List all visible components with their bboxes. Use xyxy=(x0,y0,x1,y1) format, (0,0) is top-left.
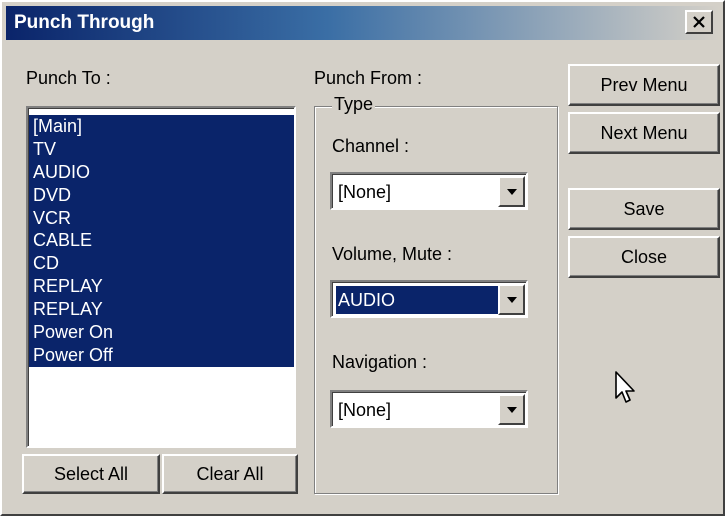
volume-mute-dropdown-button[interactable] xyxy=(498,284,525,315)
window-title: Punch Through xyxy=(14,12,155,33)
list-item[interactable]: [Main] xyxy=(29,115,294,138)
list-item[interactable]: DVD xyxy=(29,183,294,207)
save-button[interactable]: Save xyxy=(568,188,720,230)
mouse-pointer-icon xyxy=(615,371,635,403)
list-item[interactable]: REPLAY xyxy=(29,298,294,322)
volume-mute-combobox-frame: AUDIO xyxy=(332,282,526,316)
prev-menu-button[interactable]: Prev Menu xyxy=(568,64,720,106)
dropdown-arrow-icon xyxy=(506,296,517,303)
punch-from-label: Punch From : xyxy=(314,68,423,88)
navigation-value: [None] xyxy=(338,400,392,420)
punch-through-dialog: Punch Through Punch To : [Main] TV AUDIO DV… xyxy=(0,0,725,516)
navigation-combobox[interactable]: [None] xyxy=(330,390,528,428)
list-item[interactable]: REPLAY xyxy=(29,275,294,299)
navigation-dropdown-button[interactable] xyxy=(498,394,525,425)
close-window-button[interactable] xyxy=(685,10,713,34)
channel-combobox[interactable]: [None] xyxy=(330,172,528,210)
punch-to-label: Punch To : xyxy=(26,68,111,88)
title-bar[interactable]: Punch Through xyxy=(6,6,719,40)
select-all-button[interactable]: Select All xyxy=(22,454,160,494)
channel-value: [None] xyxy=(338,182,392,202)
navigation-label: Navigation : xyxy=(332,352,428,372)
list-item[interactable]: CD xyxy=(29,252,294,276)
list-item[interactable]: Power Off xyxy=(29,343,294,367)
volume-mute-combobox[interactable]: AUDIO xyxy=(330,280,528,318)
list-item[interactable]: TV xyxy=(29,137,294,161)
volume-mute-label: Volume, Mute : xyxy=(332,244,453,264)
clear-all-button[interactable]: Clear All xyxy=(162,454,298,494)
close-button[interactable]: Close xyxy=(568,236,720,278)
next-menu-button[interactable]: Next Menu xyxy=(568,112,720,154)
volume-mute-value: AUDIO xyxy=(336,286,502,314)
close-icon xyxy=(693,16,705,28)
list-item[interactable]: VCR xyxy=(29,206,294,230)
dropdown-arrow-icon xyxy=(506,406,517,413)
channel-combobox-frame: [None] xyxy=(332,174,526,208)
type-group-label: Type xyxy=(332,94,376,115)
punch-to-listbox[interactable]: [Main] TV AUDIO DVD VCR CABLE CD REPLAY REPLAY Po… xyxy=(26,106,296,448)
punch-to-list: [Main] TV AUDIO DVD VCR CABLE CD REPLAY REPLAY Po… xyxy=(28,108,294,446)
dropdown-arrow-icon xyxy=(506,188,517,195)
channel-label: Channel : xyxy=(332,136,410,156)
list-item[interactable]: Power On xyxy=(29,321,294,344)
list-item[interactable]: AUDIO xyxy=(29,160,294,184)
navigation-combobox-frame: [None] xyxy=(332,392,526,426)
list-item[interactable]: CABLE xyxy=(29,229,294,253)
channel-dropdown-button[interactable] xyxy=(498,176,525,207)
